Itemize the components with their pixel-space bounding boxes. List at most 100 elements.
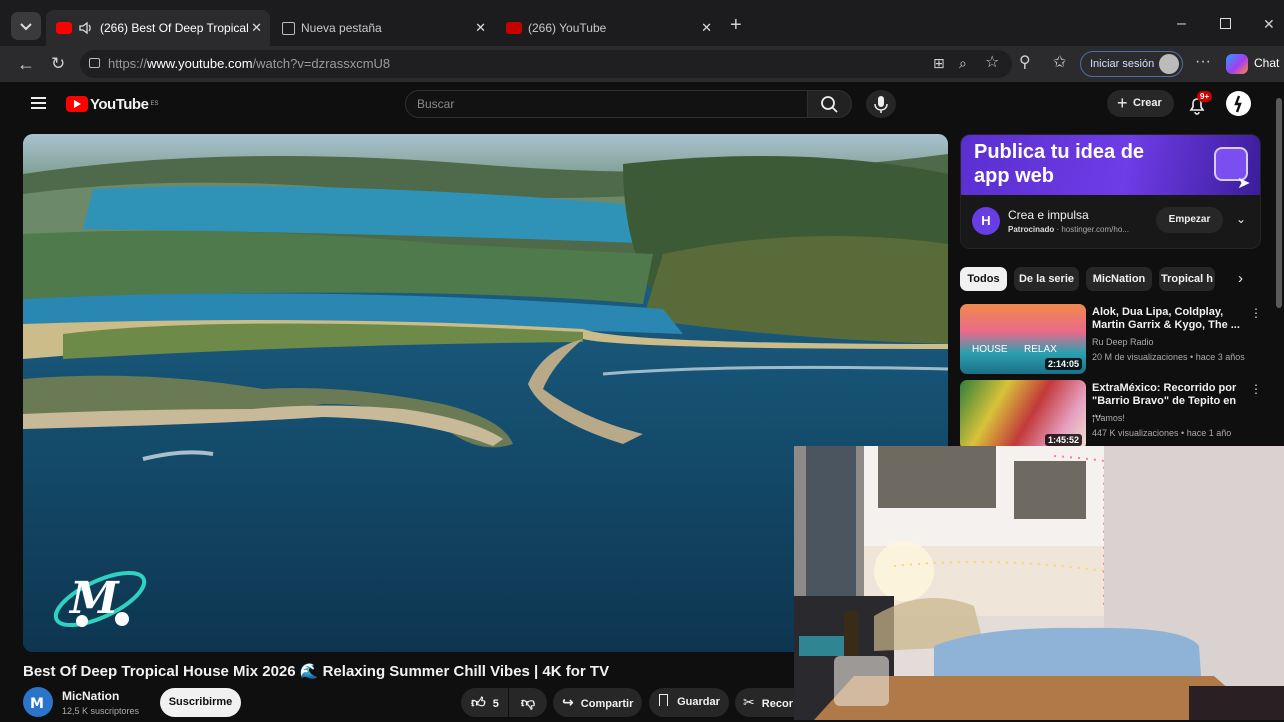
account-avatar[interactable] xyxy=(1226,91,1251,116)
recommendation-meta: 20 M de visualizaciones • hace 3 años xyxy=(1092,352,1245,362)
subscribe-button[interactable]: Suscribirme xyxy=(160,688,241,717)
save-button[interactable]: Guardar xyxy=(649,688,729,717)
url-domain: www.youtube.com xyxy=(147,56,253,71)
back-icon[interactable]: ← xyxy=(17,55,35,73)
svg-text:M: M xyxy=(30,696,44,712)
chip-de-la-serie[interactable]: De la serie xyxy=(1014,267,1079,291)
ad-headline: Publica tu idea de app web xyxy=(974,141,1145,187)
ad-cta-button[interactable]: Empezar xyxy=(1156,207,1223,233)
chevron-down-icon xyxy=(20,23,32,31)
url-scheme: https:// xyxy=(108,56,148,71)
webcam-feed-image xyxy=(794,446,1284,720)
signin-button[interactable]: Iniciar sesión xyxy=(1080,51,1183,77)
logo-text: YouTube xyxy=(90,95,149,113)
dislike-button[interactable]: 👎︎ xyxy=(509,688,547,717)
recommendation-item[interactable]: HOUSE RELAX 2:14:05 Alok, Dua Lipa, Cold… xyxy=(960,304,1262,374)
channel-logo-icon: M xyxy=(30,696,44,712)
like-button[interactable]: 👍︎ 5 xyxy=(461,688,508,717)
channel-watermark-logo: M xyxy=(53,570,147,628)
chat-label[interactable]: Chat xyxy=(1254,56,1279,70)
sponsored-ad-card[interactable]: Publica tu idea de app web ➤ H Crea e im… xyxy=(960,134,1261,249)
profile-figure-icon xyxy=(1234,95,1242,113)
channel-avatar[interactable]: M xyxy=(23,687,53,717)
tab-video[interactable]: (266) Best Of Deep Tropical H ✕ xyxy=(46,10,270,46)
url-path: /watch?v=dzrassxcmU8 xyxy=(252,56,391,71)
share-label: Compartir xyxy=(580,698,634,710)
recommendation-channel[interactable]: ¡Vamos! xyxy=(1092,413,1125,423)
ad-expand-chevron-icon[interactable]: ⌄ xyxy=(1236,212,1246,226)
video-thumbnail[interactable]: HOUSE RELAX 2:14:05 xyxy=(960,304,1086,374)
extensions-icon[interactable]: ⚲ xyxy=(1019,55,1031,71)
chip-micnation[interactable]: MicNation xyxy=(1086,267,1152,291)
profile-avatar xyxy=(1159,54,1179,74)
chip-todos[interactable]: Todos xyxy=(960,267,1007,291)
ad-title: Crea e impulsa xyxy=(1008,208,1089,222)
scissors-icon: ✂ xyxy=(743,694,755,710)
plus-icon: + xyxy=(1117,93,1128,113)
page-icon xyxy=(282,21,295,35)
search-button[interactable] xyxy=(807,90,852,118)
close-window-icon[interactable]: ✕ xyxy=(1263,17,1275,31)
tab-new[interactable]: Nueva pestaña ✕ xyxy=(272,10,494,46)
tab-label: (266) YouTube xyxy=(528,21,607,35)
video-duration: 1:45:52 xyxy=(1044,434,1082,446)
tab-label: Nueva pestaña xyxy=(301,21,382,35)
favorite-star-icon[interactable]: ☆ xyxy=(985,55,999,71)
thumbs-up-icon: 👍︎ xyxy=(471,694,486,710)
tab-youtube[interactable]: (266) YouTube ✕ xyxy=(496,10,720,46)
favorites-icon[interactable]: ✩ xyxy=(1053,55,1066,71)
clip-label: Recor xyxy=(761,698,793,710)
ad-domain: · hostinger.com/ho... xyxy=(1056,225,1129,234)
create-label: Crear xyxy=(1133,97,1162,109)
ad-banner: Publica tu idea de app web ➤ xyxy=(961,135,1260,195)
recommendation-channel[interactable]: Ru Deep Radio xyxy=(1092,337,1154,347)
url-field[interactable]: https://www.youtube.com/watch?v=dzrassxc… xyxy=(80,50,1012,78)
youtube-logo[interactable]: YouTube ES xyxy=(66,95,158,113)
voice-search-button[interactable] xyxy=(866,90,896,118)
more-actions-icon[interactable]: ⋮ xyxy=(1250,306,1262,320)
zoom-icon[interactable]: ⌕ xyxy=(959,56,967,70)
video-title: Best Of Deep Tropical House Mix 2026 🌊 R… xyxy=(23,663,610,680)
microphone-icon xyxy=(874,96,888,113)
close-tab-icon[interactable]: ✕ xyxy=(251,20,262,36)
recommendation-item[interactable]: 1:45:52 ExtraMéxico: Recorrido por "Barr… xyxy=(960,380,1262,450)
cursor-icon: ➤ xyxy=(1237,175,1251,192)
sponsored-label: Patrocinado xyxy=(1008,225,1055,234)
logo-region: ES xyxy=(150,101,159,107)
chip-tropical[interactable]: Tropical h xyxy=(1159,267,1215,291)
svg-text:M: M xyxy=(68,573,120,624)
more-actions-icon[interactable]: ⋮ xyxy=(1250,382,1262,396)
youtube-favicon-icon xyxy=(506,22,522,34)
close-tab-icon[interactable]: ✕ xyxy=(475,20,486,36)
create-button[interactable]: + Crear xyxy=(1107,90,1174,117)
chips-next-chevron-icon[interactable]: › xyxy=(1238,270,1243,287)
menu-icon[interactable] xyxy=(31,97,46,109)
hostinger-logo-icon: H xyxy=(972,207,1000,235)
thumbs-down-icon: 👎︎ xyxy=(520,694,536,710)
share-button[interactable]: ↪ Compartir xyxy=(553,688,642,717)
new-tab-icon[interactable]: + xyxy=(730,15,742,35)
notifications-button[interactable]: 9+ xyxy=(1186,91,1213,116)
tab-list-button[interactable] xyxy=(11,12,41,40)
share-arrow-icon: ↪ xyxy=(562,694,574,710)
close-tab-icon[interactable]: ✕ xyxy=(701,20,712,36)
recommendation-title[interactable]: Alok, Dua Lipa, Coldplay, Martin Garrix … xyxy=(1092,306,1242,332)
page-scrollbar[interactable] xyxy=(1276,98,1282,308)
apps-icon[interactable]: ⊞ xyxy=(933,56,945,70)
copilot-icon[interactable] xyxy=(1226,54,1248,74)
video-duration: 2:14:05 xyxy=(1044,358,1082,370)
address-toolbar: ← ↻ https://www.youtube.com/watch?v=dzra… xyxy=(0,46,1284,82)
channel-name[interactable]: MicNation xyxy=(62,689,119,703)
thumb-text-right: RELAX xyxy=(1024,344,1057,355)
search-icon xyxy=(821,96,838,113)
ad-cta-label: Empezar xyxy=(1168,214,1211,225)
youtube-play-icon xyxy=(66,96,88,112)
bookmark-icon xyxy=(659,694,668,706)
tab-label: (266) Best Of Deep Tropical H xyxy=(100,21,250,35)
video-thumbnail[interactable]: 1:45:52 xyxy=(960,380,1086,450)
reload-icon[interactable]: ↻ xyxy=(51,55,65,72)
search-input[interactable]: Buscar xyxy=(405,90,808,118)
maximize-icon[interactable] xyxy=(1220,18,1231,29)
minimize-icon[interactable]: – xyxy=(1177,16,1186,32)
more-menu-icon[interactable]: ··· xyxy=(1195,54,1211,70)
